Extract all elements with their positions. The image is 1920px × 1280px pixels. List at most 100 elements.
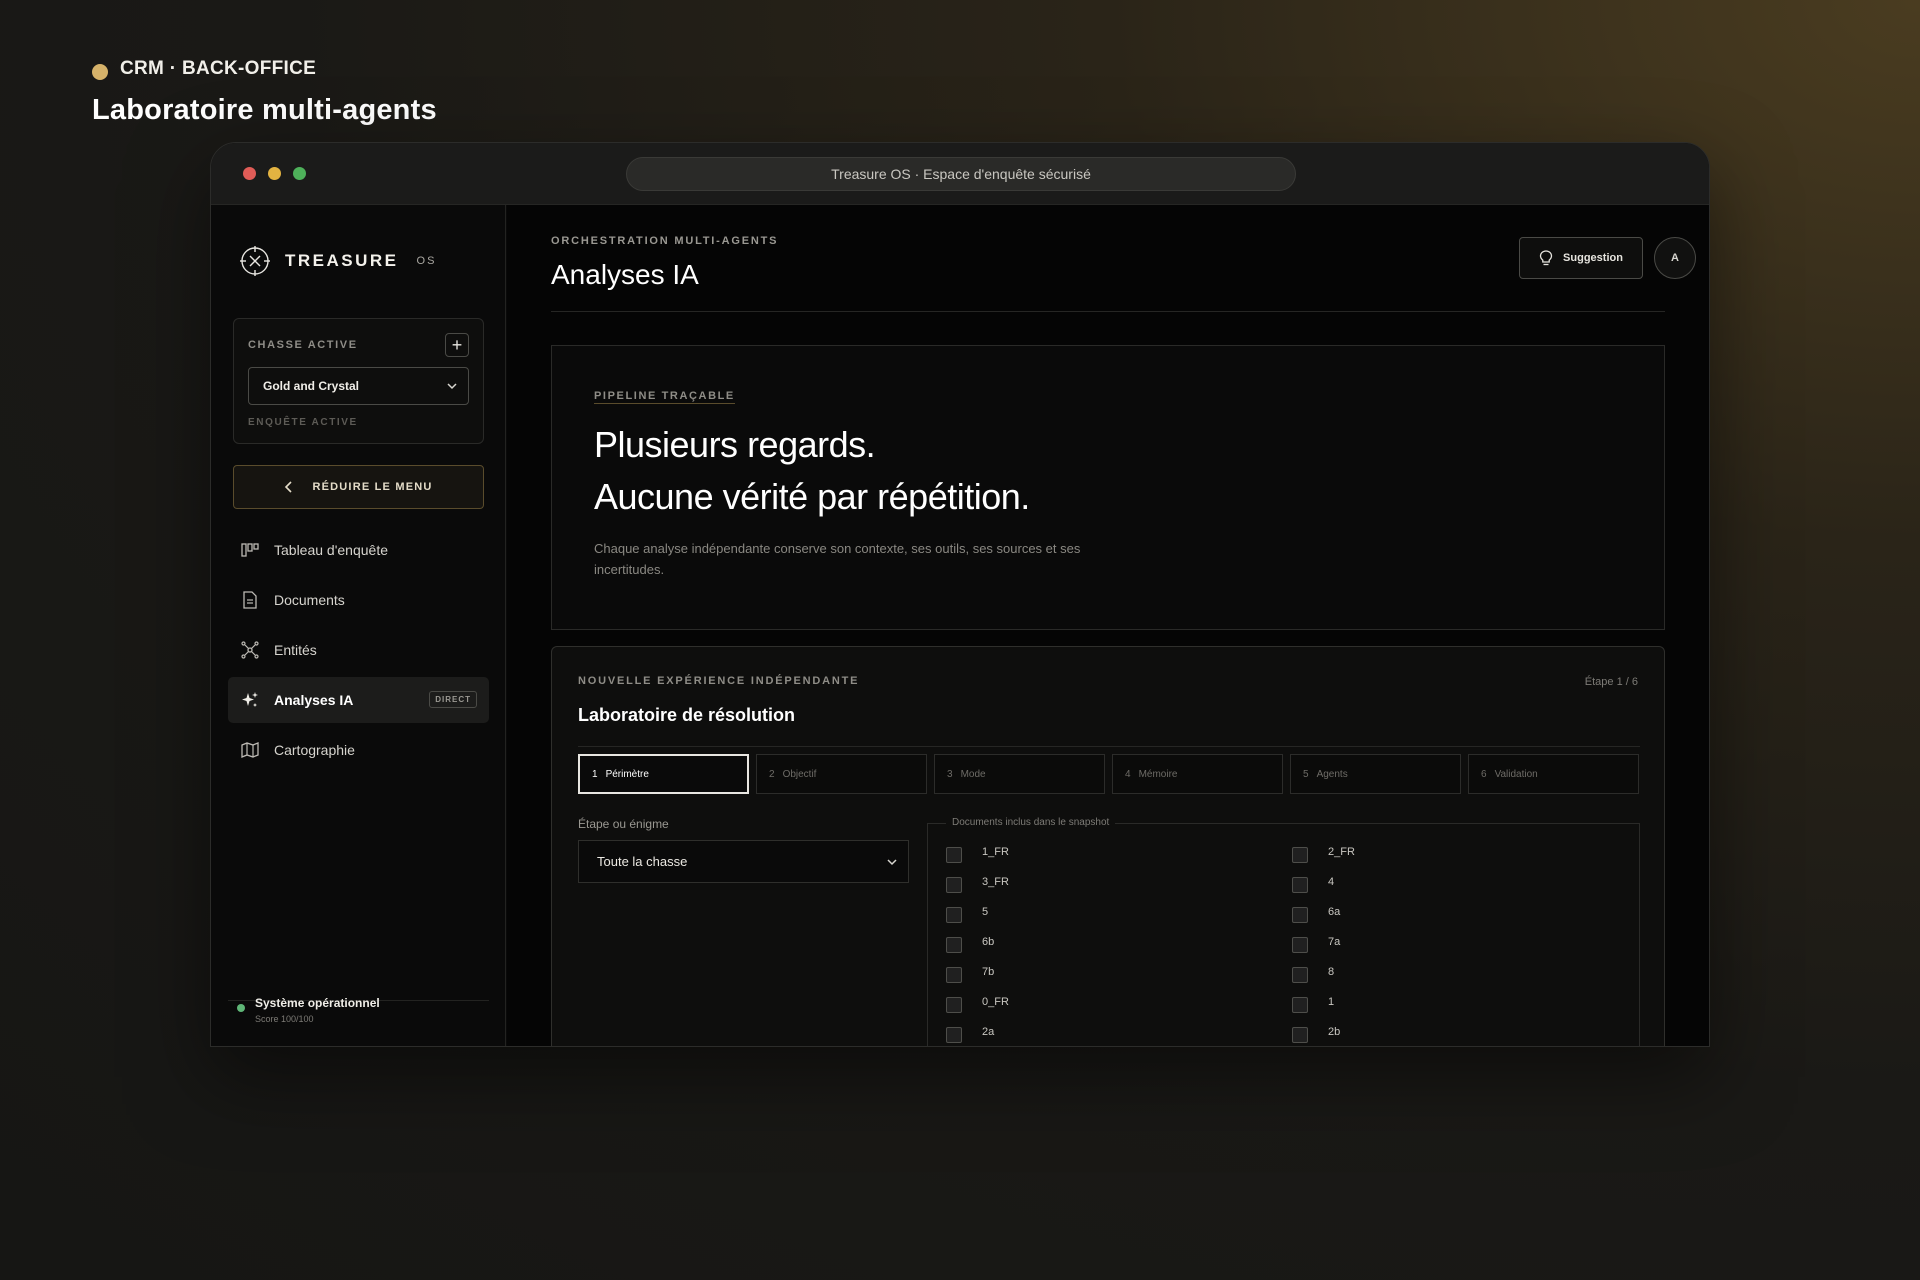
document-label: 2a [982,1026,995,1038]
document-checkbox[interactable] [946,937,962,953]
document-checkbox[interactable] [946,997,962,1013]
document-label: 1_FR [982,846,1009,858]
avatar[interactable]: A [1654,237,1696,279]
window-controls [243,167,306,180]
document-checkbox-row[interactable]: 7a [1292,934,1638,953]
document-label: 2b [1328,1026,1341,1038]
document-checkbox-row[interactable]: 7b [946,964,1292,983]
document-label: 6b [982,936,995,948]
tab-mode[interactable]: 3 Mode [934,754,1105,794]
document-checkbox-row[interactable]: 3_FR [946,874,1292,893]
tab-label: Validation [1494,768,1538,780]
document-label: 0_FR [982,996,1009,1008]
main-content: ORCHESTRATION MULTI-AGENTS Analyses IA S… [507,205,1709,1046]
sidebar-item-cartographie[interactable]: Cartographie [228,727,489,773]
document-checkbox-grid: 1_FR 2_FR 3_FR 4 5 6a 6b 7a 7b 8 0_FR 1 2a 2b [946,844,1638,1043]
document-checkbox[interactable] [946,1027,962,1043]
document-label: 5 [982,906,989,918]
document-label: 7a [1328,936,1341,948]
document-checkbox-row[interactable]: 1 [1292,994,1638,1013]
accent-dot-icon [92,64,108,80]
brand[interactable]: TREASURE OS [239,245,436,277]
document-checkbox-row[interactable]: 1_FR [946,844,1292,863]
compass-logo-icon [240,246,270,276]
tab-number: 5 [1303,768,1309,780]
add-hunt-button[interactable]: + [445,333,469,357]
document-checkbox[interactable] [1292,907,1308,923]
tab-validation[interactable]: 6 Validation [1468,754,1639,794]
sparkles-icon [240,690,260,710]
wizard-steps: 1 Périmètre 2 Objectif 3 Mode 4 Mémoire 5 Age… [578,754,1639,794]
suggestion-button[interactable]: Suggestion [1519,237,1643,279]
lab-step-indicator: Étape 1 / 6 [1584,676,1638,688]
sidebar: TREASURE OS CHASSE ACTIVE + Gold and Cry… [211,205,506,1046]
hunt-select[interactable]: Gold and Crystal [248,367,469,405]
document-checkbox-row[interactable]: 0_FR [946,994,1292,1013]
document-checkbox-row[interactable]: 8 [1292,964,1638,983]
chevron-left-icon [285,481,293,493]
brand-sub: OS [416,255,437,267]
tab-number: 6 [1481,768,1487,780]
document-checkbox-row[interactable]: 6b [946,934,1292,953]
chevron-down-icon [447,383,457,390]
sidebar-item-analyses-ia[interactable]: Analyses IA DIRECT [228,677,489,723]
minimize-window-button[interactable] [268,167,281,180]
close-window-button[interactable] [243,167,256,180]
lab-eyebrow: NOUVELLE EXPÉRIENCE INDÉPENDANTE [578,675,860,687]
step-select[interactable]: Toute la chasse [578,840,909,883]
tab-agents[interactable]: 5 Agents [1290,754,1461,794]
section-title: Analyses IA [551,259,699,290]
tab-perimetre[interactable]: 1 Périmètre [578,754,749,794]
document-checkbox-row[interactable]: 2a [946,1024,1292,1043]
hero-card: PIPELINE TRAÇABLE Plusieurs regards. Auc… [551,345,1665,630]
document-label: 7b [982,966,995,978]
sidebar-item-documents[interactable]: Documents [228,577,489,623]
page-header: CRM · BACK-OFFICE Laboratoire multi-agen… [92,58,437,127]
document-checkbox[interactable] [1292,967,1308,983]
document-checkbox[interactable] [1292,997,1308,1013]
document-checkbox[interactable] [946,907,962,923]
sidebar-item-tableau[interactable]: Tableau d'enquête [228,527,489,573]
document-checkbox[interactable] [946,847,962,863]
document-checkbox-row[interactable]: 2b [1292,1024,1638,1043]
document-checkbox[interactable] [1292,877,1308,893]
document-checkbox[interactable] [1292,937,1308,953]
sidebar-item-entites[interactable]: Entités [228,627,489,673]
tab-objectif[interactable]: 2 Objectif [756,754,927,794]
step-select-label: Étape ou énigme [578,817,669,831]
document-checkbox-row[interactable]: 2_FR [1292,844,1638,863]
suggestion-label: Suggestion [1563,252,1623,264]
document-checkbox-row[interactable]: 5 [946,904,1292,923]
sidebar-nav: Tableau d'enquête Documents Entités Anal… [228,527,489,777]
sidebar-item-label: Analyses IA [274,692,354,708]
maximize-window-button[interactable] [293,167,306,180]
document-checkbox[interactable] [1292,1027,1308,1043]
collapse-menu-button[interactable]: RÉDUIRE LE MENU [233,465,484,509]
section-eyebrow: ORCHESTRATION MULTI-AGENTS [551,235,779,247]
brand-name: TREASURE [285,251,399,270]
active-hunt-label: CHASSE ACTIVE [248,339,358,351]
document-label: 8 [1328,966,1335,978]
status-ok-icon [237,1004,245,1012]
hero-headline-1: Plusieurs regards. [594,424,876,465]
document-icon [240,590,260,610]
page-eyebrow-text: CRM · BACK-OFFICE [120,58,317,79]
document-label: 3_FR [982,876,1009,888]
app-window: Treasure OS · Espace d'enquête sécurisé … [210,142,1710,1047]
document-label: 4 [1328,876,1335,888]
sidebar-item-label: Tableau d'enquête [274,542,388,558]
address-bar[interactable]: Treasure OS · Espace d'enquête sécurisé [626,157,1296,191]
tab-number: 4 [1125,768,1131,780]
document-checkbox[interactable] [1292,847,1308,863]
document-checkbox[interactable] [946,967,962,983]
tab-memoire[interactable]: 4 Mémoire [1112,754,1283,794]
document-label: 6a [1328,906,1341,918]
sidebar-item-label: Cartographie [274,742,355,758]
document-checkbox[interactable] [946,877,962,893]
tab-label: Mode [960,768,986,780]
tab-label: Objectif [782,768,817,780]
document-label: 2_FR [1328,846,1355,858]
document-checkbox-row[interactable]: 4 [1292,874,1638,893]
tab-number: 2 [769,768,775,780]
document-checkbox-row[interactable]: 6a [1292,904,1638,923]
